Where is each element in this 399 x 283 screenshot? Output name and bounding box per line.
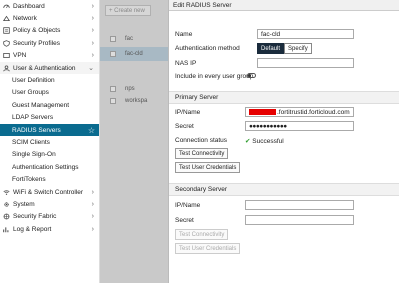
row-checkbox[interactable] (110, 98, 116, 104)
sidebar-item-security-fabric[interactable]: Security Fabric › (0, 211, 99, 223)
sidebar-item-policy[interactable]: Policy & Objects › (0, 25, 99, 37)
chevron-down-icon: ⌄ (88, 65, 94, 73)
sidebar-subitem-scim-clients[interactable]: SCIM Clients (0, 136, 99, 148)
row-checkbox[interactable] (110, 86, 116, 92)
chevron-right-icon: › (91, 225, 94, 233)
table-row[interactable]: fac (110, 36, 133, 42)
primary-secret-label: Secret (175, 123, 194, 130)
sidebar-item-label: Dashboard (13, 2, 45, 10)
sidebar-subitem-guest-management[interactable]: Guest Management (0, 99, 99, 111)
test-connectivity-button[interactable]: Test Connectivity (175, 148, 229, 159)
sidebar-item-vpn[interactable]: VPN › (0, 50, 99, 62)
sidebar-item-dashboard[interactable]: Dashboard › (0, 0, 99, 12)
connection-status-value: Successful (252, 138, 284, 145)
log-icon (2, 225, 10, 233)
row-checkbox[interactable] (110, 36, 116, 42)
table-row[interactable]: fac-cld (100, 47, 168, 61)
row-name: fac (125, 36, 134, 42)
primary-ip-value: .fortitrustid.forticloud.com (277, 108, 350, 116)
test-user-credentials-button[interactable]: Test User Credentials (175, 162, 241, 173)
server-list-panel (100, 0, 168, 283)
name-label: Name (175, 31, 193, 38)
include-every-group-label: Include in every user group (175, 73, 254, 80)
include-every-group-toggle[interactable] (247, 73, 256, 78)
sidebar-subitem-user-definition[interactable]: User Definition (0, 74, 99, 86)
policy-icon (2, 27, 10, 35)
connection-status: ✔ Successful (245, 137, 284, 145)
chevron-right-icon: › (91, 27, 94, 35)
vpn-icon (2, 52, 10, 60)
nas-ip-label: NAS IP (175, 60, 197, 67)
sidebar-item-label: Network (13, 15, 37, 23)
sidebar-subitem-radius-servers[interactable]: RADIUS Servers ☆ (0, 123, 99, 137)
table-row[interactable]: nps (110, 86, 135, 92)
chevron-right-icon: › (91, 213, 94, 221)
edit-radius-dialog: Edit RADIUS Server Name fac-cld Authenti… (168, 0, 399, 283)
row-name: nps (125, 86, 135, 92)
sidebar-item-label: System (13, 200, 35, 208)
sidebar-subitem-ldap-servers[interactable]: LDAP Servers (0, 112, 99, 124)
sidebar-subitem-auth-settings[interactable]: Authentication Settings (0, 161, 99, 173)
dashboard-icon (2, 2, 10, 10)
secondary-ip-label: IP/Name (175, 202, 201, 209)
dialog-title: Edit RADIUS Server (169, 0, 399, 11)
fabric-icon (2, 213, 10, 221)
table-row[interactable]: workspa (110, 98, 147, 104)
wifi-icon (2, 188, 10, 196)
secondary-server-header: Secondary Server (169, 183, 399, 196)
row-name: workspa (125, 98, 148, 104)
sidebar-item-user-auth[interactable]: User & Authentication ⌄ (0, 61, 99, 75)
sidebar-subitem-single-sign-on[interactable]: Single Sign-On (0, 149, 99, 161)
sidebar-item-label: RADIUS Servers (12, 126, 61, 134)
secondary-test-user-credentials-button[interactable]: Test User Credentials (175, 243, 241, 254)
sidebar-item-label: VPN (13, 52, 27, 60)
sidebar-item-label: Security Fabric (13, 213, 57, 221)
auth-method-label: Authentication method (175, 45, 240, 52)
create-new-button[interactable]: + Create new (105, 5, 151, 16)
sidebar-item-security-profiles[interactable]: Security Profiles › (0, 37, 99, 49)
sidebar-item-label: Log & Report (13, 225, 52, 233)
name-input[interactable]: fac-cld (257, 29, 354, 39)
sidebar-item-label: Policy & Objects (13, 27, 61, 35)
chevron-right-icon: › (91, 15, 94, 23)
sidebar: Dashboard › Network › Policy & Objects › Se… (0, 0, 100, 283)
chevron-right-icon: › (91, 188, 94, 196)
sidebar-item-label: User & Authentication (13, 64, 76, 72)
row-checkbox[interactable] (110, 51, 116, 57)
row-name: fac-cld (125, 51, 143, 57)
primary-ip-input[interactable]: .fortitrustid.forticloud.com (245, 107, 354, 117)
gear-icon (2, 200, 10, 208)
sidebar-item-system[interactable]: System › (0, 198, 99, 210)
auth-default-option[interactable]: Default (257, 43, 285, 54)
secondary-secret-label: Secret (175, 217, 194, 224)
chevron-right-icon: › (91, 2, 94, 10)
sidebar-item-label: Security Profiles (13, 39, 60, 47)
auth-method-toggle: Default Specify (257, 43, 312, 54)
chevron-right-icon: › (91, 52, 94, 60)
sidebar-subitem-fortitokens[interactable]: FortiTokens (0, 173, 99, 185)
secondary-secret-input[interactable] (245, 215, 354, 225)
shield-icon (2, 39, 10, 47)
sidebar-item-log-report[interactable]: Log & Report › (0, 223, 99, 235)
auth-specify-option[interactable]: Specify (284, 43, 312, 54)
primary-secret-input[interactable]: ●●●●●●●●●●● (245, 121, 354, 131)
user-icon (2, 64, 10, 72)
sidebar-subitem-user-groups[interactable]: User Groups (0, 87, 99, 99)
sidebar-item-label: WiFi & Switch Controller (13, 188, 84, 196)
sidebar-item-network[interactable]: Network › (0, 12, 99, 24)
chevron-right-icon: › (91, 39, 94, 47)
check-circle-icon: ✔ (245, 138, 251, 145)
network-icon (2, 15, 10, 23)
primary-ip-label: IP/Name (175, 109, 201, 116)
secondary-ip-input[interactable] (245, 200, 354, 210)
sidebar-item-wifi-switch[interactable]: WiFi & Switch Controller › (0, 186, 99, 198)
connection-status-label: Connection status (175, 137, 228, 144)
primary-server-header: Primary Server (169, 91, 399, 104)
secondary-test-connectivity-button[interactable]: Test Connectivity (175, 229, 229, 240)
chevron-right-icon: › (91, 200, 94, 208)
nas-ip-input[interactable] (257, 58, 354, 68)
star-icon[interactable]: ☆ (88, 126, 95, 135)
redacted-block (249, 109, 276, 115)
